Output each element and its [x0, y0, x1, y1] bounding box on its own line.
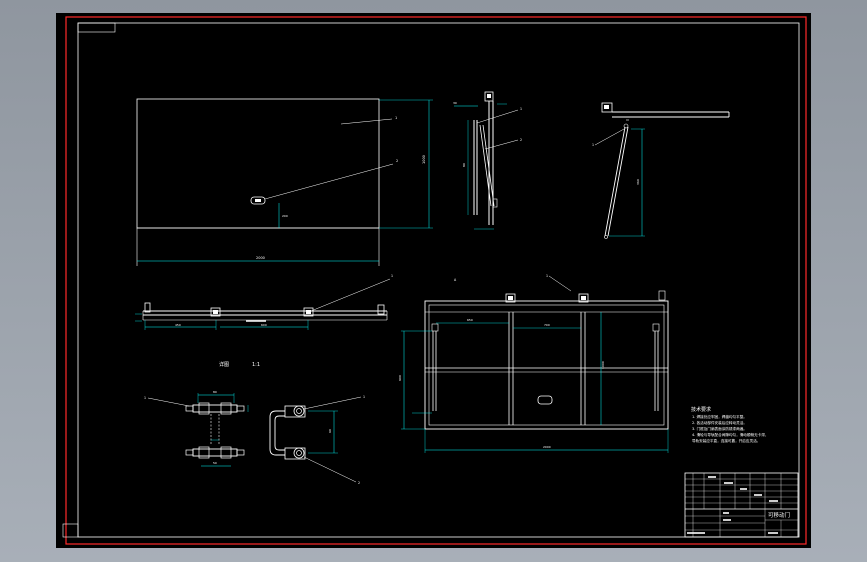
- svg-text:1: 1: [395, 116, 397, 120]
- scale-label: 1:1: [252, 362, 260, 368]
- tech-note-3: 3. 门框及门扇表面涂防锈漆两遍。: [692, 426, 747, 431]
- svg-text:2: 2: [358, 481, 360, 485]
- title-block-name: 可移动门: [768, 511, 790, 519]
- svg-text:1000: 1000: [601, 361, 605, 369]
- roller-detail: 1 80 50: [144, 390, 249, 467]
- frame-elevation-view: 1 A 2000 900 1000 650 700: [398, 274, 669, 453]
- door-side-view: 1 2 30 80: [453, 91, 522, 230]
- svg-text:A: A: [454, 278, 457, 282]
- cad-viewport[interactable]: 1 2 2000 1000 200 1 2 30 80 1 360 1 450 …: [56, 13, 811, 548]
- svg-text:1: 1: [391, 274, 393, 278]
- title-block: 可移动门: [684, 472, 799, 538]
- svg-text:650: 650: [467, 318, 473, 322]
- svg-text:60: 60: [328, 429, 332, 433]
- svg-text:2000: 2000: [543, 445, 551, 449]
- svg-text:1: 1: [144, 396, 146, 400]
- detail-label: 详图: [219, 361, 229, 368]
- svg-text:700: 700: [544, 323, 550, 327]
- svg-text:50: 50: [213, 461, 217, 465]
- bottom-left-tab: [62, 523, 79, 538]
- svg-text:450: 450: [175, 323, 181, 327]
- top-rail-view: 1 450 600: [135, 274, 393, 330]
- drawing-canvas: 1 2 2000 1000 200 1 2 30 80 1 360 1 450 …: [62, 16, 807, 545]
- svg-text:2: 2: [520, 138, 522, 142]
- tech-notes-title: 技术要求: [691, 406, 711, 413]
- svg-text:30: 30: [453, 101, 457, 105]
- svg-text:360: 360: [636, 179, 640, 185]
- svg-text:80: 80: [462, 163, 466, 167]
- outer-red-border: [65, 16, 807, 545]
- inner-drawing-border: [77, 22, 800, 538]
- door-elevation-view: 1 2 2000 1000 200: [136, 98, 433, 266]
- svg-text:1: 1: [363, 395, 365, 399]
- svg-text:2: 2: [396, 159, 398, 163]
- svg-text:80: 80: [213, 390, 217, 394]
- svg-text:1: 1: [546, 274, 548, 278]
- svg-text:200: 200: [282, 214, 288, 218]
- svg-text:900: 900: [398, 375, 402, 381]
- svg-text:1: 1: [592, 143, 594, 147]
- tech-note-4: 4. 滑轮与导轨配合间隙均匀，滑动顺畅无卡滞，: [692, 432, 768, 437]
- tech-note-2: 2. 各活动部件安装后应转动灵活。: [692, 420, 747, 425]
- svg-text:1000: 1000: [422, 155, 426, 164]
- svg-text:600: 600: [261, 323, 267, 327]
- svg-text:2000: 2000: [256, 256, 265, 260]
- top-left-tab: [77, 22, 116, 33]
- svg-text:1: 1: [520, 107, 522, 111]
- technical-notes: 技术要求 1. 焊接处应牢固，焊缝均匀平整。 2. 各活动部件安装后应转动灵活。…: [691, 406, 768, 443]
- strut-bracket-view: 1 360: [592, 102, 730, 239]
- tech-note-1: 1. 焊接处应牢固，焊缝均匀平整。: [692, 414, 747, 419]
- u-bracket-detail: 1 2 60: [269, 395, 365, 485]
- tech-note-5: 导轨安装应平直，连接可靠，开启应灵活。: [692, 438, 760, 443]
